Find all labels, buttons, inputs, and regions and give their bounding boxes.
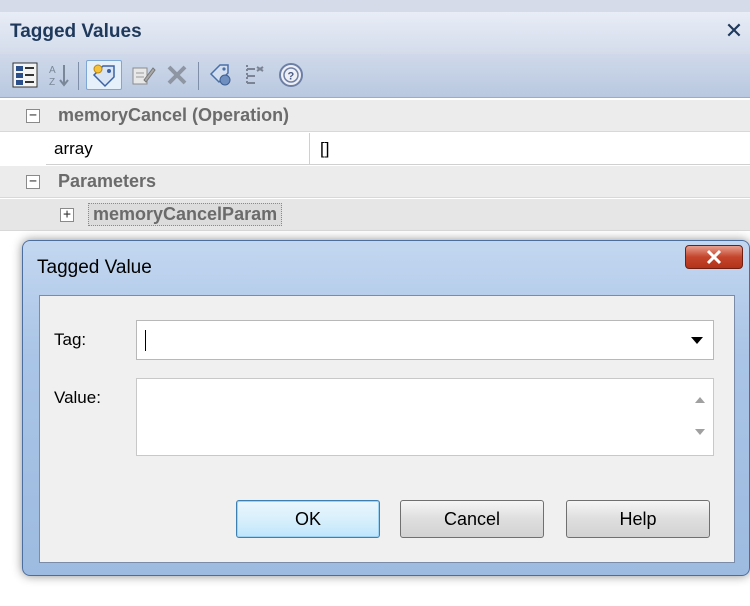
alphabetical-sort-icon[interactable]: A Z — [44, 60, 74, 90]
delete-tag-icon[interactable] — [162, 60, 192, 90]
ok-button[interactable]: OK — [236, 500, 380, 538]
tag-combobox[interactable] — [136, 320, 714, 360]
help-button[interactable]: Help — [566, 500, 710, 538]
value-label: Value: — [54, 388, 101, 407]
help-icon[interactable]: ? — [276, 60, 306, 90]
scroll-up-icon[interactable] — [695, 397, 705, 403]
property-row[interactable]: array [] — [0, 133, 750, 165]
parameters-group-label: Parameters — [58, 171, 157, 191]
svg-text:Z: Z — [49, 77, 55, 88]
operation-group-row[interactable]: − memoryCancel (Operation) — [0, 100, 750, 132]
value-textarea[interactable] — [136, 378, 714, 456]
toolbar-separator — [198, 62, 199, 90]
svg-text:A: A — [49, 65, 56, 76]
toolbar-separator — [78, 62, 79, 90]
panel-close-icon[interactable]: ✕ — [722, 19, 746, 43]
parameter-item-row[interactable]: + memoryCancelParam — [0, 199, 750, 231]
tag-label: Tag: — [54, 330, 87, 349]
new-tag-icon[interactable] — [86, 60, 122, 90]
expand-icon[interactable]: + — [60, 208, 74, 222]
collapse-icon[interactable]: − — [26, 175, 40, 189]
scroll-down-icon[interactable] — [695, 429, 705, 435]
dialog-title: Tagged Value — [37, 257, 152, 278]
property-name: array — [54, 139, 93, 158]
tagged-value-dialog: Tagged Value Tag: Value: OK Cancel Help — [22, 240, 750, 576]
panel-titlebar: Tagged Values ✕ — [0, 12, 750, 52]
close-icon — [706, 249, 722, 265]
operation-group-label: memoryCancel (Operation) — [58, 105, 290, 125]
property-value: [] — [320, 139, 330, 158]
show-inherited-icon[interactable] — [240, 60, 270, 90]
dialog-close-button[interactable] — [685, 245, 743, 269]
text-caret — [145, 330, 146, 351]
collapse-icon[interactable]: − — [26, 109, 40, 123]
parameters-group-row[interactable]: − Parameters — [0, 166, 750, 198]
property-name-cell[interactable]: array — [46, 133, 310, 165]
toolbar: A Z ? — [0, 54, 750, 98]
dialog-body: Tag: Value: OK Cancel Help — [39, 295, 735, 563]
edit-tag-icon[interactable] — [128, 60, 158, 90]
svg-text:?: ? — [288, 71, 295, 83]
value-scrollbar[interactable] — [687, 379, 713, 455]
tag-notes-icon[interactable] — [206, 60, 236, 90]
cancel-button[interactable]: Cancel — [400, 500, 544, 538]
property-value-cell[interactable]: [] — [310, 133, 750, 165]
panel-title: Tagged Values — [10, 21, 142, 42]
dropdown-arrow-icon[interactable] — [691, 337, 703, 344]
categorized-view-icon[interactable] — [10, 60, 40, 90]
parameter-item-label: memoryCancelParam — [88, 203, 283, 226]
